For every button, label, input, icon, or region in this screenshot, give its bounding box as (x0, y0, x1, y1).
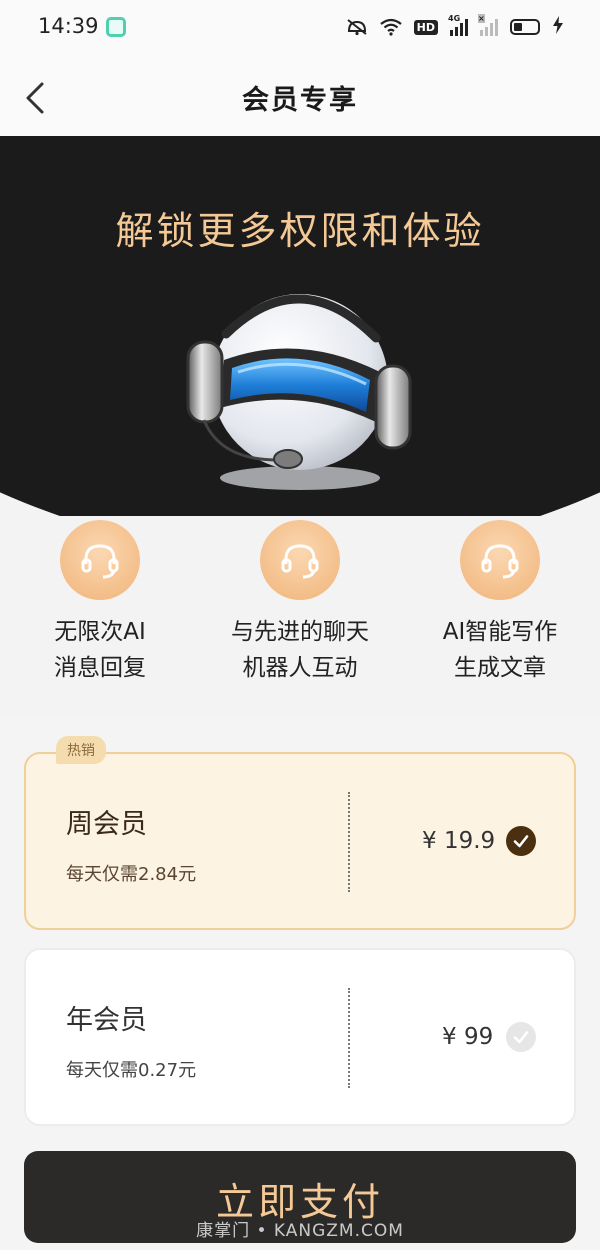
wifi-icon (379, 18, 402, 36)
watermark: 康掌门 • KANGZM.COM (196, 1221, 404, 1241)
plan-option-yearly[interactable]: 年会员 每天仅需0.27元 ¥ 99 (24, 948, 576, 1126)
hot-badge: 热销 (56, 736, 106, 764)
no-signal-mark: × (478, 14, 485, 23)
network-type-label: 4G (448, 14, 461, 23)
status-bar: 14:39 HD 4G × (0, 0, 600, 56)
battery-icon (510, 19, 540, 35)
feature-label-line2: 消息回复 (54, 655, 146, 681)
app-icon (106, 17, 126, 37)
plan-divider (348, 988, 350, 1088)
plan-price: ¥ 99 (442, 1024, 494, 1050)
signal-4g-icon: 4G (448, 14, 468, 36)
headset-icon (260, 520, 340, 600)
hero-banner: 解锁更多权限和体验 (0, 136, 600, 516)
feature-item: 无限次AI 消息回复 (0, 516, 200, 686)
mute-icon (346, 18, 368, 36)
robot-headset-illustration (186, 294, 412, 490)
signal-off-icon: × (478, 14, 498, 36)
feature-label-line1: 与先进的聊天 (231, 619, 369, 645)
charging-icon (552, 16, 564, 38)
feature-label-line1: AI智能写作 (442, 619, 558, 645)
feature-label-line2: 生成文章 (454, 655, 546, 681)
headset-icon (60, 520, 140, 600)
plan-name: 周会员 (66, 809, 147, 840)
plan-daily-price: 每天仅需2.84元 (66, 864, 197, 885)
hero-title: 解锁更多权限和体验 (115, 209, 485, 253)
nav-bar: 会员专享 (0, 56, 600, 136)
feature-list: 无限次AI 消息回复 与先进的聊天 机器人互动 AI智能写作 生成文章 (0, 516, 600, 716)
status-icons: HD 4G × (346, 14, 564, 38)
plan-daily-price: 每天仅需0.27元 (66, 1060, 197, 1081)
feature-item: AI智能写作 生成文章 (400, 516, 600, 686)
headset-icon (460, 520, 540, 600)
check-icon[interactable] (506, 826, 536, 856)
check-icon[interactable] (506, 1022, 536, 1052)
plan-name: 年会员 (66, 1005, 147, 1036)
feature-label-line2: 机器人互动 (242, 655, 358, 681)
feature-label-line1: 无限次AI (54, 619, 146, 645)
feature-item: 与先进的聊天 机器人互动 (200, 516, 400, 686)
hd-icon: HD (413, 19, 438, 35)
plan-option-weekly[interactable]: 周会员 每天仅需2.84元 ¥ 19.9 (24, 752, 576, 930)
plan-price: ¥ 19.9 (422, 828, 496, 854)
status-time: 14:39 (38, 14, 99, 38)
page-title: 会员专享 (242, 85, 358, 116)
plan-divider (348, 792, 350, 892)
